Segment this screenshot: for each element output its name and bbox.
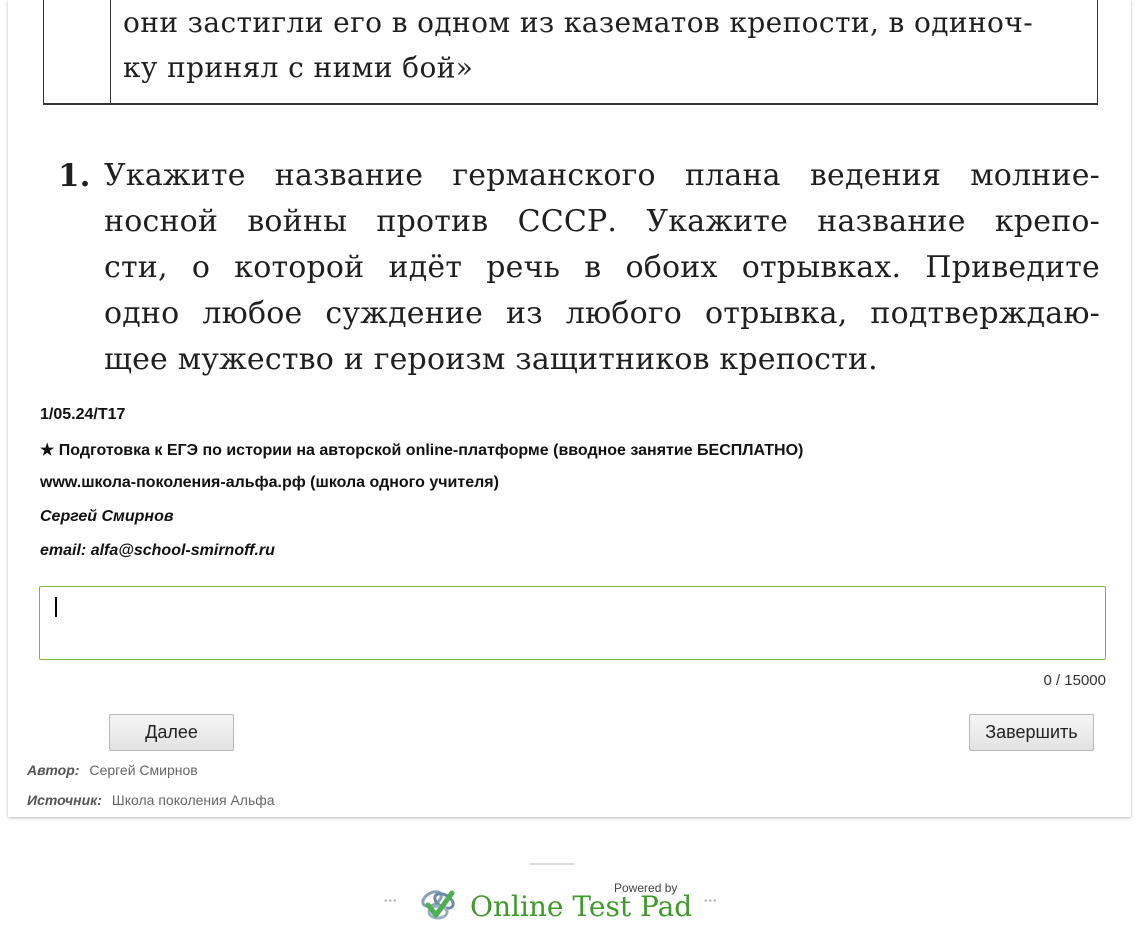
table-divider <box>110 0 111 103</box>
char-counter: 0 / 15000 <box>1043 672 1106 689</box>
text-caret <box>55 597 57 617</box>
question-number: 1. <box>58 158 91 194</box>
promo-text: ★ Подготовка к ЕГЭ по истории на авторск… <box>40 442 804 459</box>
source-label: Источник: <box>27 792 102 808</box>
teacher-email: email: alfa@school-smirnoff.ru <box>40 542 275 559</box>
source-value: Школа поколения Альфа <box>111 792 275 808</box>
teacher-name: Сергей Смирнов <box>40 508 174 525</box>
answer-textarea[interactable] <box>39 586 1106 660</box>
author-value: Сергей Смирнов <box>89 762 198 778</box>
test-card: они застигли его в одном из казематов кр… <box>8 0 1131 817</box>
question-line: одно любое суждение из любого отрывка, п… <box>104 296 1100 331</box>
author-row: Автор: Сергей Смирнов <box>27 762 198 778</box>
question-line: Укажите название германского плана веден… <box>104 158 1100 193</box>
question-line: носной войны против СССР. Укажите назван… <box>104 204 1100 239</box>
footer-dots-right: ••• <box>704 896 718 907</box>
question-line: щее мужество и героизм защитников крепос… <box>104 342 878 377</box>
next-button[interactable]: Далее <box>109 714 234 751</box>
source-row: Источник: Школа поколения Альфа <box>27 792 275 808</box>
brand-link[interactable]: Online Test Pad <box>470 890 692 923</box>
question-code: 1/05.24/Т17 <box>40 406 126 423</box>
quote-line: ку принял с ними бой» <box>123 51 474 84</box>
question-image: они застигли его в одном из казематов кр… <box>8 0 1131 395</box>
quote-line: они застигли его в одном из казематов кр… <box>123 6 1034 39</box>
finish-button[interactable]: Завершить <box>969 714 1094 751</box>
author-label: Автор: <box>27 762 80 778</box>
question-line: сти, о которой идёт речь в обоих отрывка… <box>104 250 1100 285</box>
footer-dots-left: ••• <box>384 896 398 907</box>
footer-divider <box>530 863 574 865</box>
site-text: www.школа-поколения-альфа.рф (школа одно… <box>40 474 499 491</box>
check-shield-icon[interactable] <box>418 885 460 925</box>
